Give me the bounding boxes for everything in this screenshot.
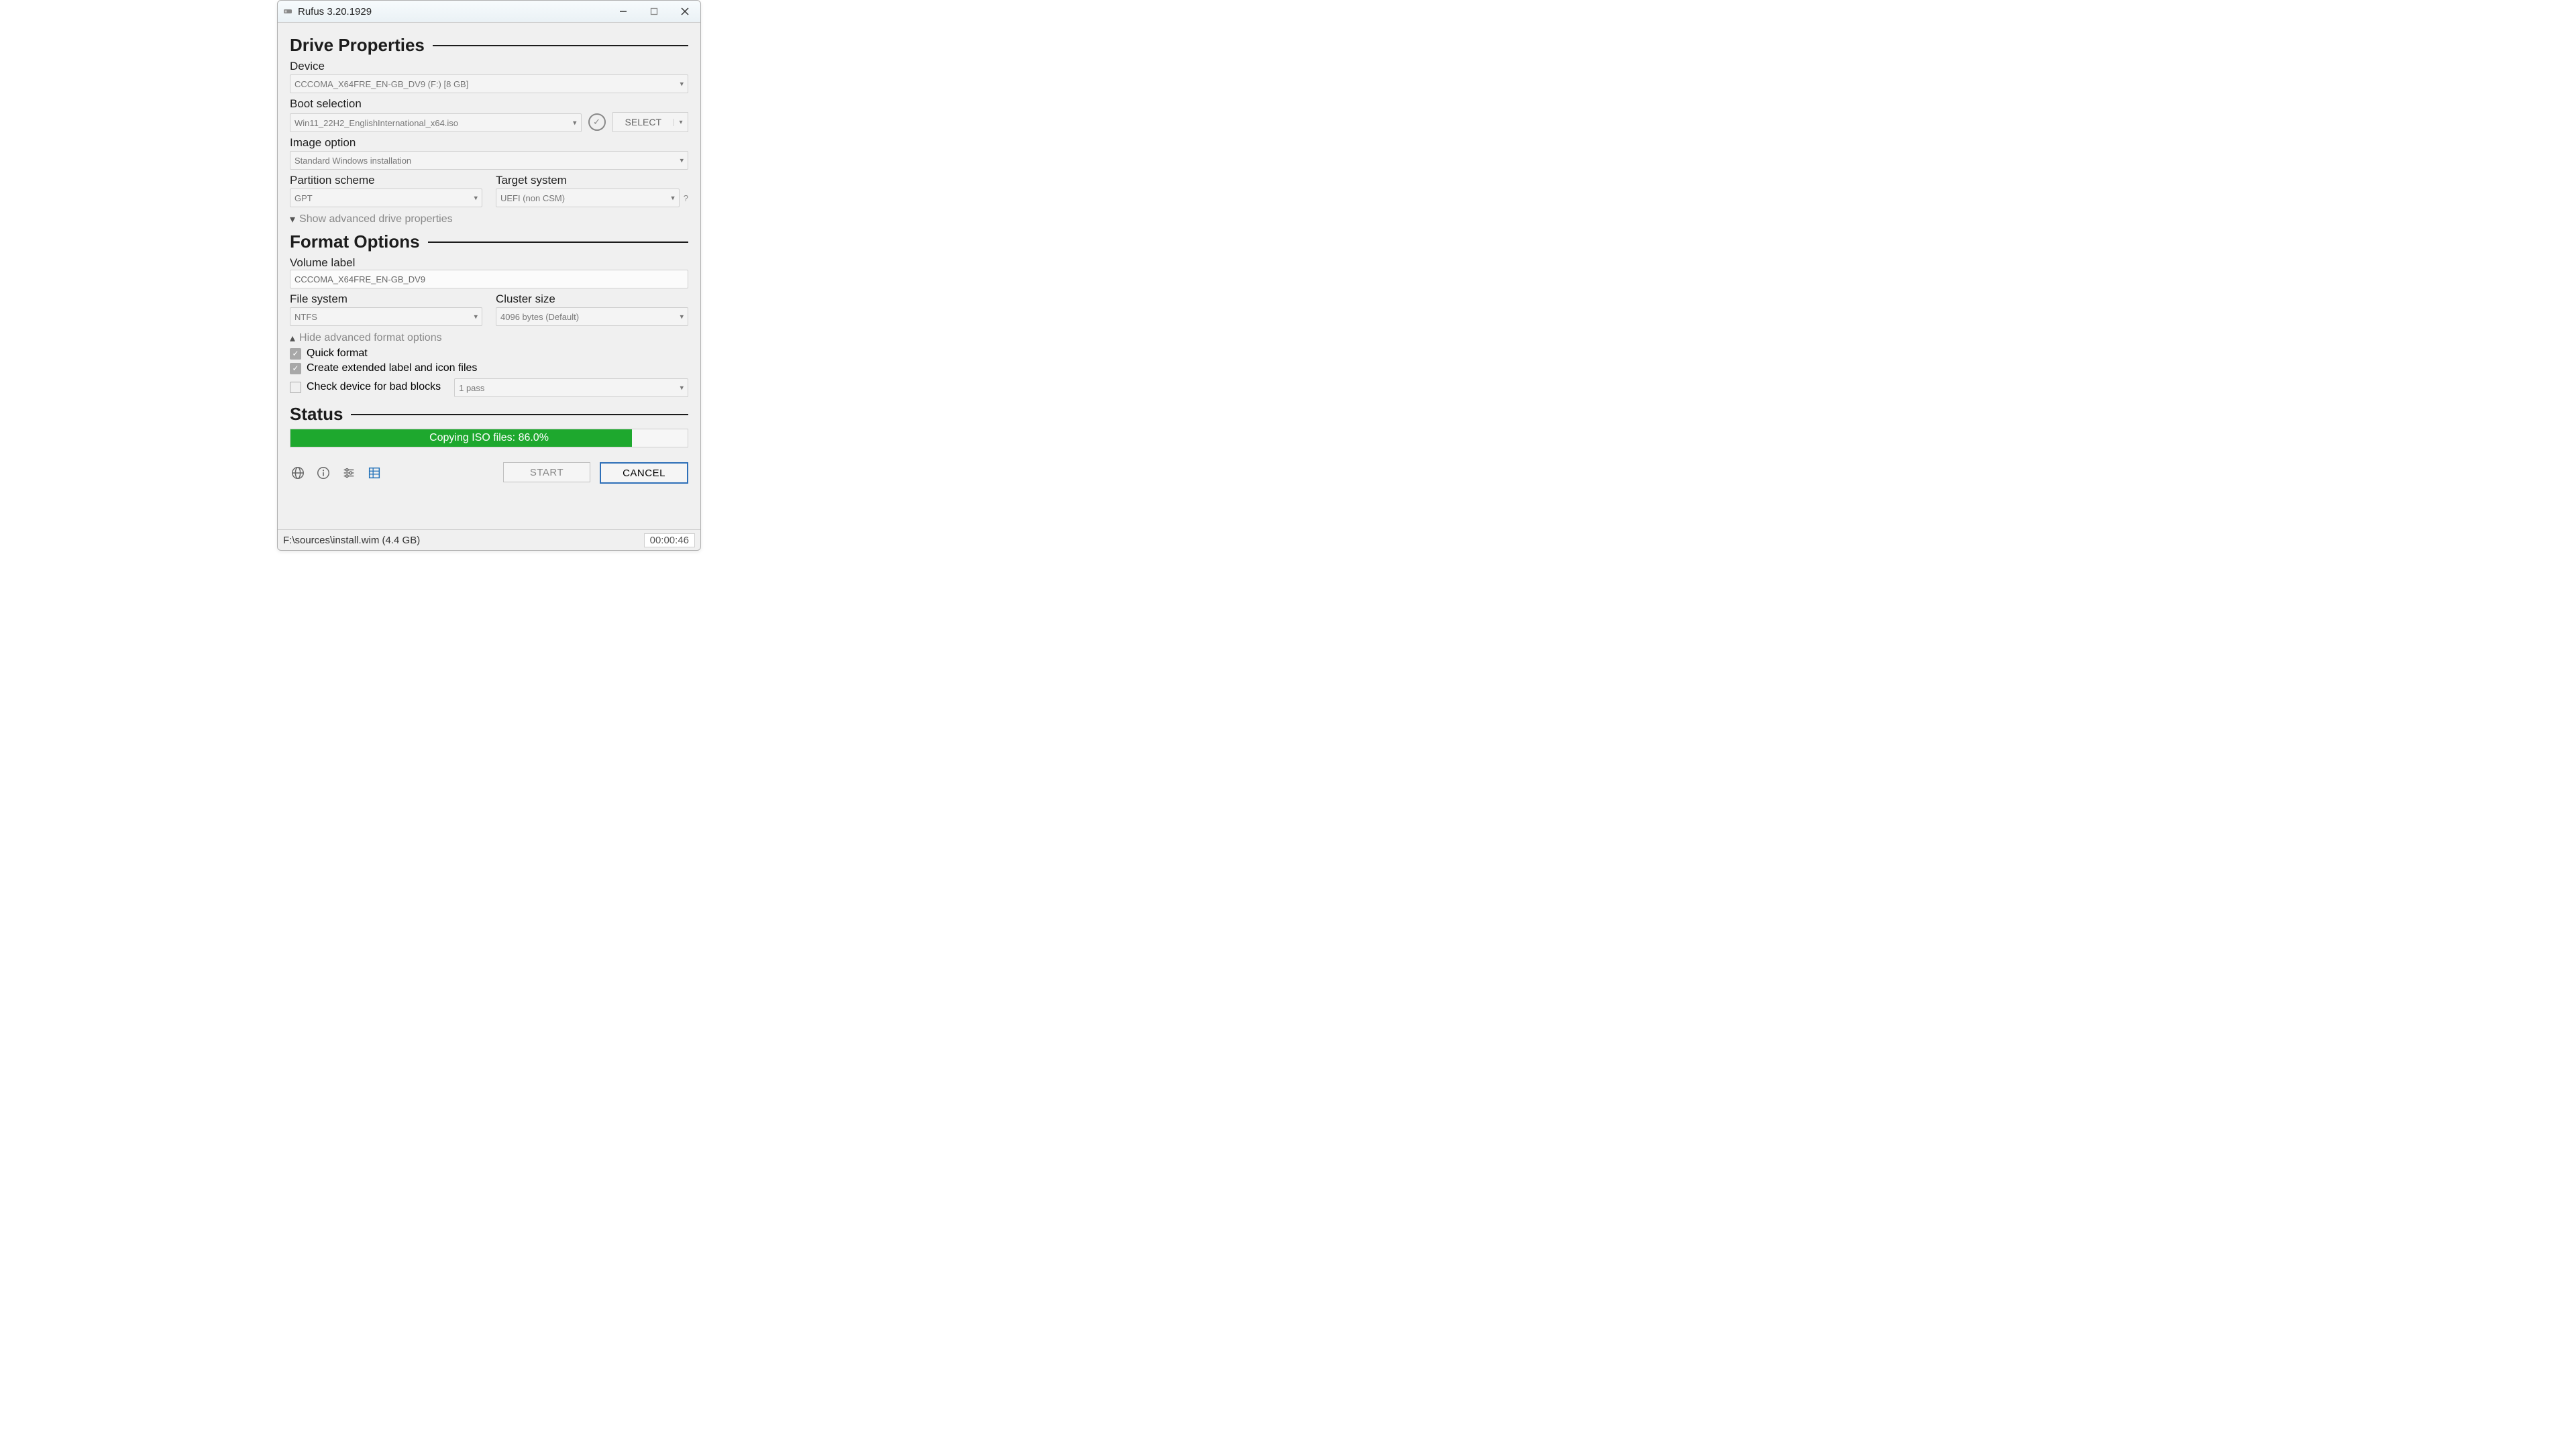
chevron-down-icon: ▾ xyxy=(290,213,295,226)
section-title: Status xyxy=(290,404,343,425)
status-file: F:\sources\install.wim (4.4 GB) xyxy=(283,535,644,546)
cluster-size-combo[interactable]: 4096 bytes (Default) ▾ xyxy=(496,307,688,326)
section-rule xyxy=(428,241,688,243)
bad-blocks-label: Check device for bad blocks xyxy=(307,381,441,393)
bad-blocks-row[interactable]: Check device for bad blocks xyxy=(290,381,441,393)
statusbar: F:\sources\install.wim (4.4 GB) 00:00:46 xyxy=(278,529,700,550)
content-area: Drive Properties Device CCCOMA_X64FRE_EN… xyxy=(278,23,700,529)
maximize-button[interactable] xyxy=(639,1,669,22)
log-icon[interactable] xyxy=(366,465,382,481)
hide-advanced-format-label: Hide advanced format options xyxy=(299,332,442,344)
chevron-down-icon: ▾ xyxy=(680,80,684,89)
chevron-down-icon: ▾ xyxy=(680,313,684,321)
select-iso-button[interactable]: SELECT ▾ xyxy=(612,112,688,132)
app-icon xyxy=(282,5,294,17)
chevron-down-icon[interactable]: ▾ xyxy=(674,119,688,126)
section-format-options: Format Options xyxy=(290,231,688,252)
boot-selection-label: Boot selection xyxy=(290,97,688,111)
language-icon[interactable] xyxy=(290,465,306,481)
cancel-button-label: CANCEL xyxy=(623,468,665,479)
progress-bar: Copying ISO files: 86.0% xyxy=(290,429,688,447)
cluster-size-value: 4096 bytes (Default) xyxy=(500,312,579,322)
verify-iso-icon[interactable]: ✓ xyxy=(588,113,606,131)
section-drive-properties: Drive Properties xyxy=(290,35,688,56)
device-value: CCCOMA_X64FRE_EN-GB_DV9 (F:) [8 GB] xyxy=(294,79,468,89)
boot-selection-combo[interactable]: Win11_22H2_EnglishInternational_x64.iso … xyxy=(290,113,582,132)
volume-label-label: Volume label xyxy=(290,256,688,270)
select-button-label: SELECT xyxy=(613,117,674,127)
target-system-combo[interactable]: UEFI (non CSM) ▾ xyxy=(496,189,680,207)
boot-selection-value: Win11_22H2_EnglishInternational_x64.iso xyxy=(294,118,458,128)
chevron-down-icon: ▾ xyxy=(474,194,478,203)
chevron-down-icon: ▾ xyxy=(671,194,675,203)
file-system-label: File system xyxy=(290,292,482,306)
start-button[interactable]: START xyxy=(503,462,590,482)
chevron-down-icon: ▾ xyxy=(680,384,684,392)
partition-scheme-value: GPT xyxy=(294,193,313,203)
chevron-down-icon: ▾ xyxy=(573,119,577,127)
extended-label-row[interactable]: ✓ Create extended label and icon files xyxy=(290,362,688,374)
bad-blocks-checkbox[interactable] xyxy=(290,382,301,393)
titlebar: Rufus 3.20.1929 xyxy=(278,1,700,23)
image-option-label: Image option xyxy=(290,136,688,150)
file-system-value: NTFS xyxy=(294,312,317,322)
hide-advanced-format-toggle[interactable]: ▴ Hide advanced format options xyxy=(290,331,688,345)
bad-blocks-passes-value: 1 pass xyxy=(459,383,484,393)
status-elapsed: 00:00:46 xyxy=(644,533,695,547)
start-button-label: START xyxy=(530,467,564,478)
chevron-up-icon: ▴ xyxy=(290,331,295,345)
image-option-combo[interactable]: Standard Windows installation ▾ xyxy=(290,151,688,170)
section-rule xyxy=(351,414,688,415)
section-title: Format Options xyxy=(290,231,420,252)
device-combo[interactable]: CCCOMA_X64FRE_EN-GB_DV9 (F:) [8 GB] ▾ xyxy=(290,74,688,93)
cluster-size-label: Cluster size xyxy=(496,292,688,306)
extended-label-checkbox[interactable]: ✓ xyxy=(290,363,301,374)
partition-scheme-combo[interactable]: GPT ▾ xyxy=(290,189,482,207)
quick-format-label: Quick format xyxy=(307,347,368,360)
device-label: Device xyxy=(290,60,688,73)
target-system-value: UEFI (non CSM) xyxy=(500,193,565,203)
settings-icon[interactable] xyxy=(341,465,357,481)
section-status: Status xyxy=(290,404,688,425)
volume-label-value: CCCOMA_X64FRE_EN-GB_DV9 xyxy=(294,274,425,284)
cancel-button[interactable]: CANCEL xyxy=(600,462,688,484)
window-title: Rufus 3.20.1929 xyxy=(298,6,608,17)
partition-scheme-label: Partition scheme xyxy=(290,174,482,187)
section-rule xyxy=(433,45,688,46)
extended-label-label: Create extended label and icon files xyxy=(307,362,477,374)
minimize-button[interactable] xyxy=(608,1,639,22)
rufus-window: Rufus 3.20.1929 Drive Properties Device … xyxy=(277,0,701,551)
target-system-label: Target system xyxy=(496,174,680,187)
bad-blocks-passes-combo[interactable]: 1 pass ▾ xyxy=(454,378,688,397)
chevron-down-icon: ▾ xyxy=(474,313,478,321)
image-option-value: Standard Windows installation xyxy=(294,156,411,166)
section-title: Drive Properties xyxy=(290,35,425,56)
volume-label-input[interactable]: CCCOMA_X64FRE_EN-GB_DV9 xyxy=(290,270,688,288)
info-icon[interactable] xyxy=(315,465,331,481)
file-system-combo[interactable]: NTFS ▾ xyxy=(290,307,482,326)
chevron-down-icon: ▾ xyxy=(680,156,684,165)
progress-text: Copying ISO files: 86.0% xyxy=(290,429,688,447)
show-advanced-drive-toggle[interactable]: ▾ Show advanced drive properties xyxy=(290,213,688,226)
close-button[interactable] xyxy=(669,1,700,22)
quick-format-checkbox[interactable]: ✓ xyxy=(290,348,301,360)
show-advanced-drive-label: Show advanced drive properties xyxy=(299,213,453,225)
target-system-help[interactable]: ? xyxy=(684,193,688,203)
quick-format-row[interactable]: ✓ Quick format xyxy=(290,347,688,360)
